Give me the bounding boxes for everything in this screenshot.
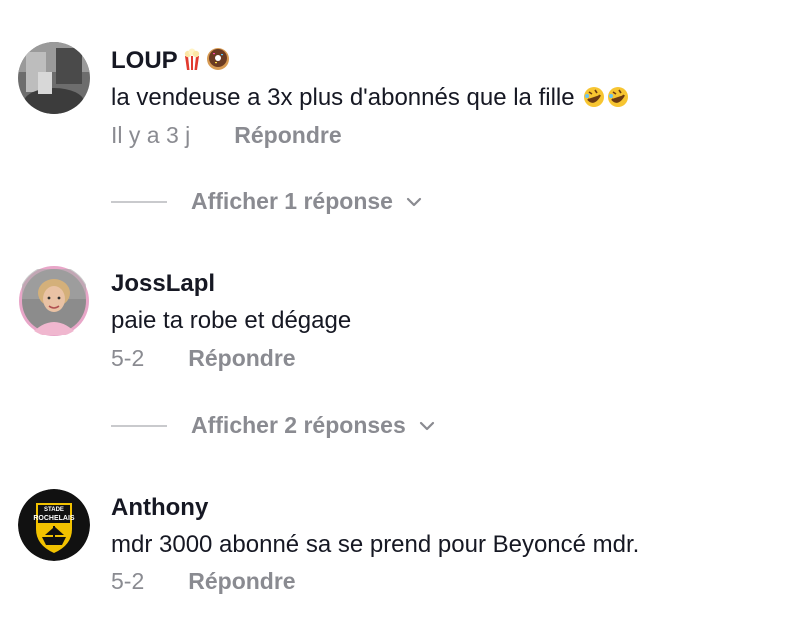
view-replies-button[interactable]: Afficher 1 réponse bbox=[111, 188, 423, 215]
view-replies-button[interactable]: Afficher 2 réponses bbox=[111, 412, 436, 439]
comment-text-content: mdr 3000 abonné sa se prend pour Beyoncé… bbox=[111, 531, 640, 558]
comment-meta: 5-2 Répondre bbox=[111, 568, 296, 595]
reply-button[interactable]: Répondre bbox=[188, 345, 295, 372]
view-replies-label: Afficher 2 réponses bbox=[191, 412, 406, 438]
avatar-image bbox=[19, 266, 89, 336]
comment-time: Il y a 3 j bbox=[111, 122, 191, 148]
comment-text: paie ta robe et dégage bbox=[111, 307, 351, 335]
reply-button[interactable]: Répondre bbox=[188, 568, 295, 595]
comment-meta: 5-2 Répondre bbox=[111, 345, 296, 372]
view-replies-label: Afficher 1 réponse bbox=[191, 188, 393, 214]
donut-icon bbox=[206, 47, 230, 78]
username-text: Anthony bbox=[111, 494, 209, 521]
svg-text:ROCHELAIS: ROCHELAIS bbox=[33, 515, 75, 522]
reply-button[interactable]: Répondre bbox=[234, 122, 341, 149]
comment-text: la vendeuse a 3x plus d'abonnés que la f… bbox=[111, 84, 629, 115]
popcorn-icon bbox=[180, 47, 204, 78]
comment-time: 5-2 bbox=[111, 345, 145, 371]
comment-username[interactable]: JossLapl bbox=[111, 270, 215, 298]
rofl-emoji bbox=[607, 86, 629, 115]
svg-text:STADE: STADE bbox=[44, 507, 64, 513]
chevron-down-icon bbox=[405, 193, 423, 211]
divider-line bbox=[111, 200, 167, 203]
avatar-image bbox=[18, 42, 90, 114]
avatar[interactable]: STADE ROCHELAIS bbox=[18, 489, 90, 561]
comment-text: mdr 3000 abonné sa se prend pour Beyoncé… bbox=[111, 531, 639, 559]
rofl-emoji bbox=[583, 86, 605, 115]
stade-rochelais-logo: STADE ROCHELAIS bbox=[18, 489, 90, 561]
chevron-down-icon bbox=[418, 417, 436, 435]
comment-username[interactable]: LOUP bbox=[111, 47, 230, 78]
avatar[interactable] bbox=[18, 265, 90, 337]
comment-time: 5-2 bbox=[111, 568, 145, 594]
divider-line bbox=[111, 424, 167, 427]
comment-text-content: la vendeuse a 3x plus d'abonnés que la f… bbox=[111, 84, 575, 111]
comment-username[interactable]: Anthony bbox=[111, 494, 208, 522]
username-text: LOUP bbox=[111, 47, 178, 74]
comment-text-content: paie ta robe et dégage bbox=[111, 307, 352, 334]
username-text: JossLapl bbox=[111, 270, 216, 297]
comment-meta: Il y a 3 j Répondre bbox=[111, 122, 342, 149]
avatar[interactable] bbox=[18, 42, 90, 114]
